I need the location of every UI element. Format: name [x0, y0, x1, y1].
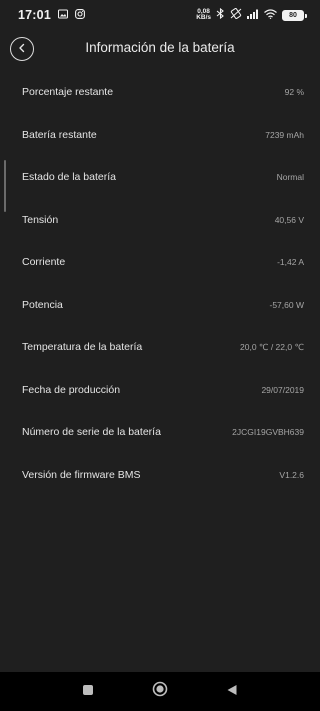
- net-speed: 0,08 KB/s: [196, 8, 211, 22]
- header: Información de la batería: [0, 30, 320, 68]
- row-value: 92 %: [284, 87, 304, 98]
- status-left: 17:01: [18, 6, 85, 24]
- row-value: -1,42 A: [277, 257, 304, 268]
- row-label: Número de serie de la batería: [22, 426, 161, 439]
- list-item-battery-temperature: Temperatura de la batería 20,0 ℃ / 22,0 …: [0, 326, 320, 369]
- battery-icon: 80: [282, 9, 307, 21]
- row-value: Normal: [276, 172, 304, 183]
- list-item-bms-firmware: Versión de firmware BMS V1.2.6: [0, 454, 320, 497]
- net-speed-unit: KB/s: [196, 14, 211, 21]
- battery-info-list: Porcentaje restante 92 % Batería restant…: [0, 71, 320, 496]
- row-label: Versión de firmware BMS: [22, 468, 141, 481]
- row-value: 2JCGI19GVBH639: [232, 427, 304, 438]
- battery-level: 80: [283, 10, 303, 20]
- list-item-remaining-percentage: Porcentaje restante 92 %: [0, 71, 320, 114]
- row-label: Temperatura de la batería: [22, 341, 143, 354]
- row-value: 20,0 ℃ / 22,0 ℃: [240, 341, 304, 352]
- list-item-remaining-battery: Batería restante 7239 mAh: [0, 114, 320, 157]
- row-label: Fecha de producción: [22, 383, 121, 396]
- row-label: Tensión: [22, 213, 59, 226]
- gallery-icon: [57, 6, 68, 24]
- row-label: Estado de la batería: [22, 171, 116, 184]
- row-label: Potencia: [22, 298, 63, 311]
- recents-button[interactable]: [80, 684, 96, 700]
- bluetooth-icon: [216, 6, 225, 24]
- list-item-voltage: Tensión 40,56 V: [0, 199, 320, 242]
- status-time: 17:01: [18, 8, 51, 22]
- home-icon: [152, 681, 168, 702]
- signal-icon: [247, 6, 259, 24]
- status-bar: 17:01 0,08 KB/s 80: [0, 0, 320, 30]
- row-label: Porcentaje restante: [22, 86, 114, 99]
- navigation-bar: [0, 672, 320, 711]
- status-right: 0,08 KB/s 80: [196, 6, 307, 24]
- row-value: 7239 mAh: [265, 129, 304, 140]
- wifi-icon: [264, 6, 277, 24]
- rotation-icon: [230, 6, 242, 24]
- row-label: Corriente: [22, 256, 66, 269]
- list-item-current: Corriente -1,42 A: [0, 241, 320, 284]
- row-value: 40,56 V: [274, 214, 304, 225]
- list-item-battery-status: Estado de la batería Normal: [0, 156, 320, 199]
- back-icon: [226, 683, 238, 701]
- page-title: Información de la batería: [85, 40, 235, 55]
- row-value: -57,60 W: [269, 299, 305, 310]
- instagram-icon: [75, 6, 85, 24]
- list-item-serial-number: Número de serie de la batería 2JCGI19GVB…: [0, 411, 320, 454]
- recents-icon: [82, 683, 94, 701]
- row-value: 29/07/2019: [261, 384, 304, 395]
- back-nav-button[interactable]: [224, 684, 240, 700]
- list-item-production-date: Fecha de producción 29/07/2019: [0, 369, 320, 412]
- home-button[interactable]: [152, 681, 168, 702]
- row-value: V1.2.6: [279, 469, 304, 480]
- list-item-power: Potencia -57,60 W: [0, 284, 320, 327]
- row-label: Batería restante: [22, 128, 97, 141]
